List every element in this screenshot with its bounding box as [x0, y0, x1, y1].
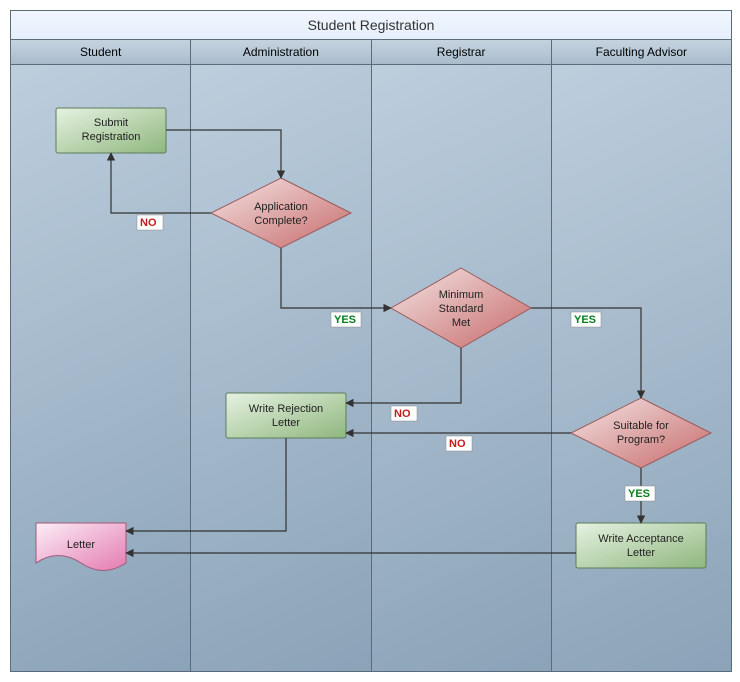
- lane-student: Student: [11, 40, 191, 671]
- lane-administration: Administration: [191, 40, 371, 671]
- lane-body: [552, 65, 731, 671]
- lane-body: [11, 65, 190, 671]
- swimlane-diagram: Student Registration Student Administrat…: [10, 10, 732, 672]
- lane-body: [372, 65, 551, 671]
- lane-header: Student: [11, 40, 190, 65]
- lanes-container: Student Administration Registrar Faculti…: [11, 40, 731, 671]
- lane-header: Registrar: [372, 40, 551, 65]
- lane-faculting-advisor: Faculting Advisor: [552, 40, 731, 671]
- diagram-title: Student Registration: [11, 11, 731, 40]
- lane-header: Faculting Advisor: [552, 40, 731, 65]
- lane-body: [191, 65, 370, 671]
- lane-registrar: Registrar: [372, 40, 552, 671]
- lane-header: Administration: [191, 40, 370, 65]
